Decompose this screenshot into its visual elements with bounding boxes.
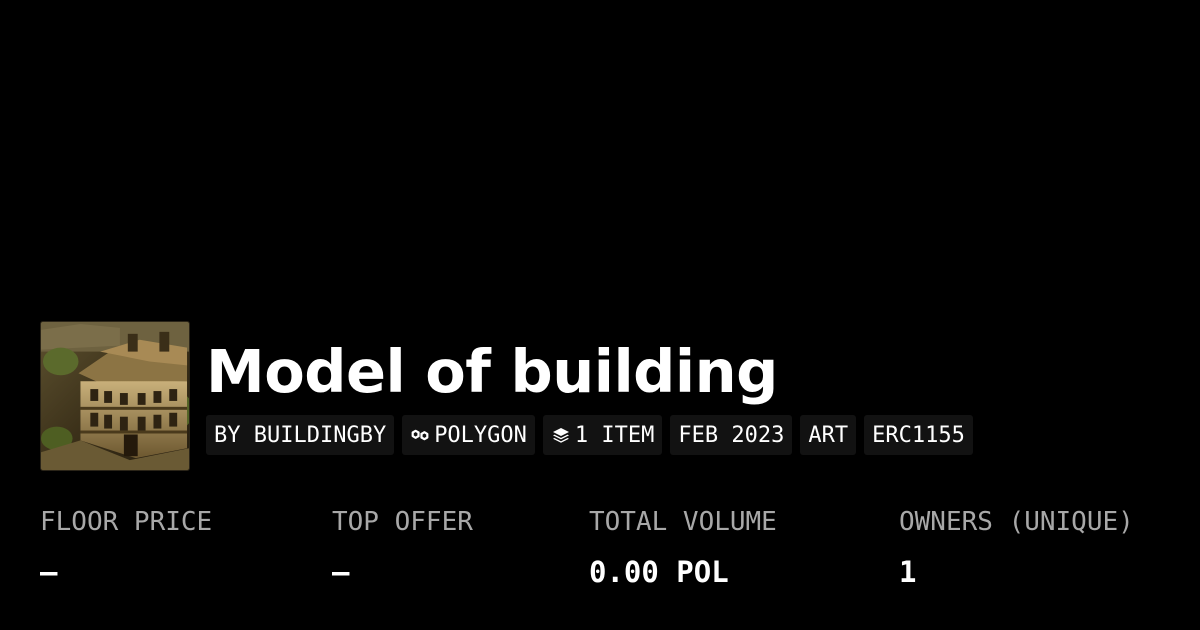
stat-total-volume-value: 0.00 POL: [589, 555, 729, 589]
chain-tag-label: POLYGON: [434, 422, 527, 448]
category-tag-label: ART: [808, 422, 849, 448]
polygon-chain-icon: [410, 425, 430, 445]
stat-floor-price: FLOOR PRICE –: [40, 505, 212, 589]
stat-total-volume: TOTAL VOLUME 0.00 POL: [589, 505, 777, 589]
token-standard-tag-label: ERC1155: [872, 422, 965, 448]
date-tag-label: FEB 2023: [678, 422, 785, 448]
stat-top-offer: TOP OFFER –: [332, 505, 473, 589]
creator-tag[interactable]: BY BUILDINGBY: [206, 415, 395, 455]
collection-tags: BY BUILDINGBY POLYGON 1 ITEM FEB 2023 AR…: [206, 415, 973, 455]
stat-top-offer-label: TOP OFFER: [332, 507, 473, 537]
stat-top-offer-value: –: [332, 555, 350, 589]
category-tag[interactable]: ART: [800, 415, 857, 455]
stat-floor-price-label: FLOOR PRICE: [40, 507, 213, 537]
item-count-tag: 1 ITEM: [542, 415, 663, 455]
token-standard-tag: ERC1155: [864, 415, 973, 455]
stat-floor-price-value: –: [40, 555, 58, 589]
stat-owners-value: 1: [899, 555, 917, 589]
stat-owners-label: OWNERS (UNIQUE): [899, 507, 1134, 537]
date-tag: FEB 2023: [670, 415, 793, 455]
collection-thumbnail: [40, 321, 190, 471]
stat-owners: OWNERS (UNIQUE) 1: [899, 505, 1134, 589]
stat-total-volume-label: TOTAL VOLUME: [589, 507, 777, 537]
item-count-tag-label: 1 ITEM: [574, 422, 655, 448]
layers-icon: [551, 425, 571, 445]
chain-tag[interactable]: POLYGON: [402, 415, 535, 455]
collection-title: Model of building: [206, 337, 778, 406]
creator-tag-label: BY BUILDINGBY: [214, 422, 387, 448]
